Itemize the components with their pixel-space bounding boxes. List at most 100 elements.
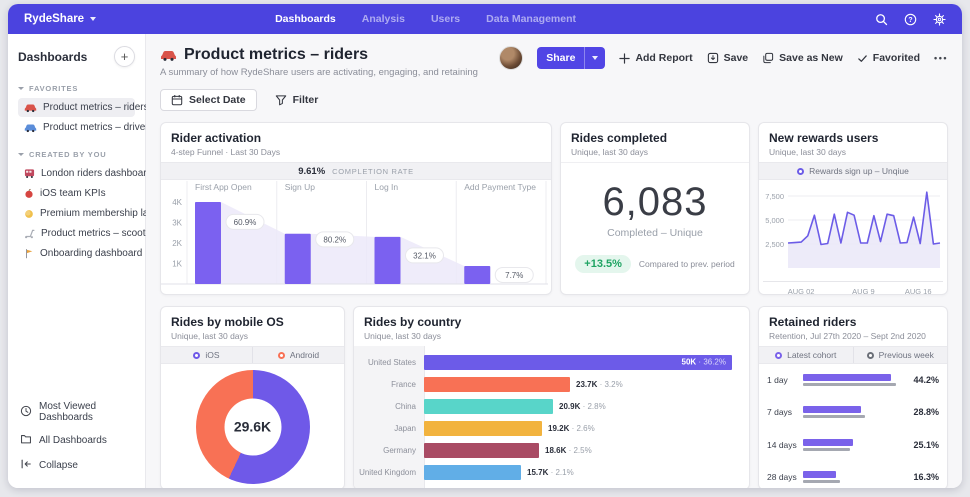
gear-icon[interactable] [933,13,946,26]
chevron-down-icon [18,153,24,156]
sidebar-section-favorites[interactable]: FAVORITES [18,84,135,93]
sidebar-item-product-metrics-drivers[interactable]: Product metrics – drivers [18,118,135,137]
save-button[interactable]: Save [707,52,749,64]
line-chart: 7,500 5,000 2,500 [759,180,947,281]
card-rides-by-os: Rides by mobile OS Unique, last 30 days … [160,306,345,488]
card-subtitle: Unique, last 30 days [171,331,334,341]
share-button[interactable]: Share [537,47,605,69]
country-bar-chart: United States50K · 36.2% France23.7K · 3.… [354,346,749,488]
filter-button[interactable]: Filter [275,94,319,106]
main-content: Product metrics – riders A summary of ho… [146,34,962,488]
svg-text:7,500: 7,500 [765,192,784,201]
retention-bar-current [803,471,836,478]
top-nav: RydeShare Dashboards Analysis Users Data Ma… [8,4,962,34]
card-new-rewards-users: New rewards users Unique, last 30 days R… [758,122,948,295]
nav-link-analysis[interactable]: Analysis [362,13,405,25]
delta-label: Compared to prev. period [639,259,735,269]
add-report-button[interactable]: Add Report [619,52,692,64]
avatar[interactable] [499,46,523,70]
legend-item-previous-week[interactable]: Previous week [853,347,948,363]
svg-text:60.9%: 60.9% [234,218,257,227]
legend-item-ios[interactable]: iOS [161,347,252,363]
retention-bar-previous [803,448,850,451]
legend-ring-icon [797,168,804,175]
card-rides-completed: Rides completed Unique, last 30 days 6,0… [560,122,750,295]
copy-icon [762,52,774,64]
favorited-button[interactable]: Favorited [857,52,920,64]
chevron-down-icon [90,17,96,21]
svg-text:5,000: 5,000 [765,216,784,225]
save-as-new-button[interactable]: Save as New [762,52,843,64]
svg-text:?: ? [908,17,912,24]
big-number-value: 6,083 [602,180,707,225]
sidebar-item-onboarding-dashboard[interactable]: Onboarding dashboard [18,244,135,263]
country-bar [424,443,539,458]
card-title: Rides by mobile OS [171,315,334,329]
search-icon[interactable] [875,13,888,26]
country-row-france: France23.7K · 3.2% [354,376,741,392]
collapse-icon [20,458,32,473]
sidebar-item-product-metrics-riders[interactable]: Product metrics – riders [18,98,135,117]
svg-text:32.1%: 32.1% [413,251,436,260]
nav-link-users[interactable]: Users [431,13,460,25]
sidebar-footer-collapse[interactable]: Collapse [18,453,135,478]
more-options-button[interactable]: ••• [934,53,948,63]
donut-center-value: 29.6K [234,419,271,435]
card-rides-by-country: Rides by country Unique, last 30 days Un… [353,306,750,488]
card-rider-activation: Rider activation 4-step Funnel · Last 30… [160,122,552,295]
share-label: Share [537,47,584,69]
scooter-icon [24,228,35,239]
legend-item-rewards-sign-up-unqiue[interactable]: Rewards sign up – Unqiue [759,163,947,179]
sidebar-section-created-by-you[interactable]: CREATED BY YOU [18,150,135,159]
svg-text:80.2%: 80.2% [323,235,346,244]
nav-link-dashboards[interactable]: Dashboards [275,13,336,25]
card-retained-riders: Retained riders Retention, Jul 27th 2020… [758,306,948,488]
brand-name: RydeShare [24,13,84,25]
sidebar-sections: FAVORITESProduct metrics – ridersProduct… [18,71,135,264]
sidebar-item-london-riders-dashboard[interactable]: London riders dashboard [18,164,135,183]
retention-row-14-days: 14 days 25.1% [767,439,939,451]
country-bar: 50K · 36.2% [424,355,732,370]
sidebar-item-ios-team-kpis[interactable]: iOS team KPIs [18,184,135,203]
card-title: New rewards users [769,131,937,145]
card-subtitle: Unique, last 30 days [769,147,937,157]
line-x-axis: AUG 02AUG 9AUG 16 [763,281,943,295]
sidebar-footer-most-viewed-dashboards[interactable]: Most Viewed Dashboards [18,396,135,428]
country-row-china: China20.9K · 2.8% [354,398,741,414]
country-bar [424,465,521,480]
select-date-button[interactable]: Select Date [160,89,257,111]
bus-icon [24,168,35,179]
svg-text:2,500: 2,500 [765,240,784,249]
red-car-icon [24,103,37,113]
retention-row-1-day: 1 day 44.2% [767,374,939,386]
sidebar-item-product-metrics-scooters[interactable]: Product metrics – scooters [18,224,135,243]
calendar-icon [171,94,183,106]
chevron-down-icon [18,87,24,90]
flag-icon [24,248,34,259]
help-icon[interactable]: ? [904,13,917,26]
country-row-germany: Germany18.6K · 2.5% [354,442,741,458]
brand-menu[interactable]: RydeShare [24,13,96,25]
country-row-united-kingdom: United Kingdom15.7K · 2.1% [354,464,741,480]
legend-ring-icon [867,352,874,359]
nav-link-data-management[interactable]: Data Management [486,13,576,25]
country-row-united-states: United States50K · 36.2% [354,354,741,370]
x-tick: AUG 9 [852,287,875,295]
page-title: Product metrics – riders [184,46,368,64]
completion-rate-value: 9.61% [298,166,325,177]
nav-links: Dashboards Analysis Users Data Management [275,13,576,25]
legend-item-android[interactable]: Android [252,347,344,363]
apple-icon [24,188,34,199]
share-dropdown[interactable] [584,47,605,69]
sidebar-footer-all-dashboards[interactable]: All Dashboards [18,428,135,453]
legend-item-latest-cohort[interactable]: Latest cohort [759,347,853,363]
svg-text:4K: 4K [172,198,182,207]
folder-icon [20,433,32,448]
country-row-japan: Japan19.2K · 2.6% [354,420,741,436]
check-icon [857,53,868,64]
sidebar-item-premium-membership-launch[interactable]: Premium membership launch [18,204,135,223]
sidebar-footer: Most Viewed DashboardsAll DashboardsColl… [18,396,135,478]
donut-chart: 29.6K [196,370,310,484]
add-dashboard-button[interactable]: + [114,46,135,67]
retention-bar-current [803,374,891,381]
